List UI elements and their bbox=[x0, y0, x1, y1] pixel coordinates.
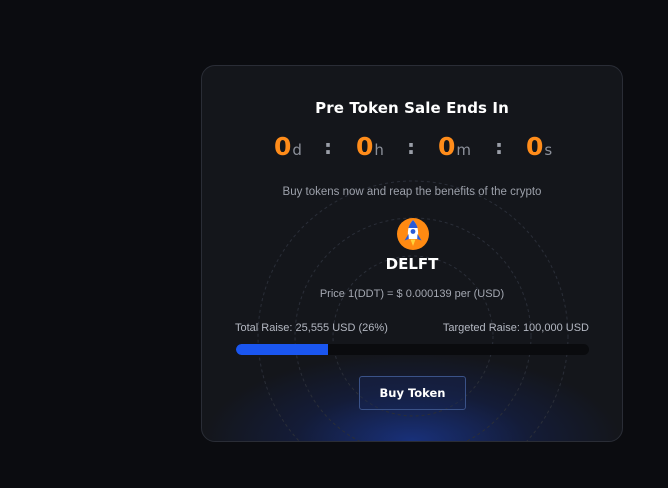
countdown-hours-unit: h bbox=[374, 141, 384, 159]
countdown-minutes: 0m bbox=[438, 132, 471, 161]
countdown-hours: 0h bbox=[356, 132, 384, 161]
countdown-separator: : bbox=[324, 135, 332, 159]
countdown-days-value: 0 bbox=[274, 132, 292, 161]
total-raise: Total Raise: 25,555 USD (26%) bbox=[235, 322, 388, 334]
countdown-seconds-unit: s bbox=[544, 141, 553, 159]
token-price: Price 1(DDT) = $ 0.000139 per (USD) bbox=[319, 288, 505, 300]
buy-token-button[interactable]: Buy Token bbox=[359, 376, 466, 410]
token-name: DELFT bbox=[385, 255, 439, 273]
countdown-seconds-value: 0 bbox=[526, 132, 544, 161]
countdown-hours-value: 0 bbox=[356, 132, 374, 161]
countdown-separator: : bbox=[495, 135, 503, 159]
countdown-seconds: 0s bbox=[526, 132, 552, 161]
sale-subtitle: Buy tokens now and reap the benefits of … bbox=[282, 186, 542, 198]
rocket-icon bbox=[397, 218, 429, 250]
targeted-raise: Targeted Raise: 100,000 USD bbox=[442, 322, 589, 334]
countdown-days-unit: d bbox=[292, 141, 302, 159]
raise-progress-bar bbox=[236, 344, 589, 355]
token-sale-card: Pre Token Sale Ends In 0d : 0h : 0m : 0s… bbox=[201, 65, 623, 442]
countdown-minutes-unit: m bbox=[456, 141, 472, 159]
countdown-days: 0d bbox=[274, 132, 302, 161]
countdown-separator: : bbox=[407, 135, 415, 159]
countdown: 0d : 0h : 0m : 0s bbox=[202, 132, 622, 166]
sale-title: Pre Token Sale Ends In bbox=[315, 99, 509, 117]
countdown-minutes-value: 0 bbox=[438, 132, 456, 161]
raise-progress-fill bbox=[236, 344, 328, 355]
